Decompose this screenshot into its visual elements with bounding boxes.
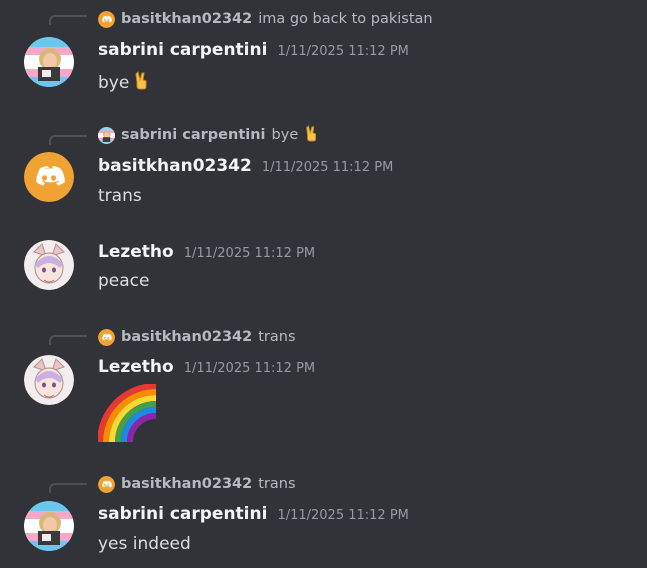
chat-message: sabrini carpentini bye basitkhan02342 1/… xyxy=(0,120,647,215)
message-content: yes indeed xyxy=(98,534,191,554)
message-timestamp: 1/11/2025 11:12 PM xyxy=(183,246,316,261)
sabrini-avatar xyxy=(98,126,115,144)
reply-connector xyxy=(49,15,87,25)
message-content xyxy=(97,383,160,449)
avatar[interactable] xyxy=(24,152,74,202)
author-username[interactable]: sabrini carpentini xyxy=(98,40,267,60)
message-timestamp: 1/11/2025 11:12 PM xyxy=(261,160,394,175)
reply-connector xyxy=(49,335,87,345)
message-content: bye xyxy=(98,70,151,95)
message-timestamp: 1/11/2025 11:12 PM xyxy=(277,508,409,523)
reply-text: bye xyxy=(271,127,299,143)
reply-connector xyxy=(49,483,87,493)
message-content: peace xyxy=(98,271,149,291)
reply-preview[interactable]: basitkhan02342 ima go back to pakistan xyxy=(98,9,433,29)
discord-logo-icon xyxy=(98,328,115,346)
reply-connector xyxy=(49,135,87,145)
message-text: trans xyxy=(98,186,142,206)
discord-logo-icon xyxy=(98,10,115,28)
author-username[interactable]: Lezetho xyxy=(98,242,174,262)
rainbow-icon xyxy=(97,383,160,449)
chat-message: basitkhan02342 trans Lezetho 1/11/2025 1… xyxy=(0,320,647,450)
reply-username[interactable]: basitkhan02342 xyxy=(121,11,252,27)
author-username[interactable]: sabrini carpentini xyxy=(98,504,267,524)
chat-message-list: basitkhan02342 ima go back to pakistan s… xyxy=(0,0,647,568)
reply-text: trans xyxy=(258,476,296,492)
author-username[interactable]: Lezetho xyxy=(98,357,174,377)
reply-text: ima go back to pakistan xyxy=(258,11,433,27)
reply-preview[interactable]: sabrini carpentini bye xyxy=(98,125,320,145)
avatar[interactable] xyxy=(24,501,74,551)
message-text: yes indeed xyxy=(98,534,191,554)
message-timestamp: 1/11/2025 11:12 PM xyxy=(277,44,409,59)
reply-username[interactable]: basitkhan02342 xyxy=(121,329,252,345)
victory-hand-icon xyxy=(304,124,320,146)
chat-message: basitkhan02342 ima go back to pakistan s… xyxy=(0,0,647,105)
message-timestamp: 1/11/2025 11:12 PM xyxy=(183,361,316,376)
message-content: trans xyxy=(98,186,142,206)
avatar[interactable] xyxy=(24,355,74,405)
reply-preview[interactable]: basitkhan02342 trans xyxy=(98,327,296,347)
message-text: peace xyxy=(98,271,150,291)
reply-username[interactable]: basitkhan02342 xyxy=(121,476,252,492)
chat-message: Lezetho 1/11/2025 11:12 PM peace xyxy=(0,235,647,305)
message-text: bye xyxy=(98,73,130,93)
avatar[interactable] xyxy=(24,37,74,87)
avatar[interactable] xyxy=(24,240,74,290)
discord-logo-icon xyxy=(98,475,115,493)
author-username[interactable]: basitkhan02342 xyxy=(98,156,252,176)
reply-username[interactable]: sabrini carpentini xyxy=(121,127,266,143)
reply-text: trans xyxy=(258,329,296,345)
reply-preview[interactable]: basitkhan02342 trans xyxy=(98,474,296,494)
victory-hand-icon xyxy=(133,70,151,95)
chat-message: basitkhan02342 trans sabrini carpentini … xyxy=(0,468,647,568)
